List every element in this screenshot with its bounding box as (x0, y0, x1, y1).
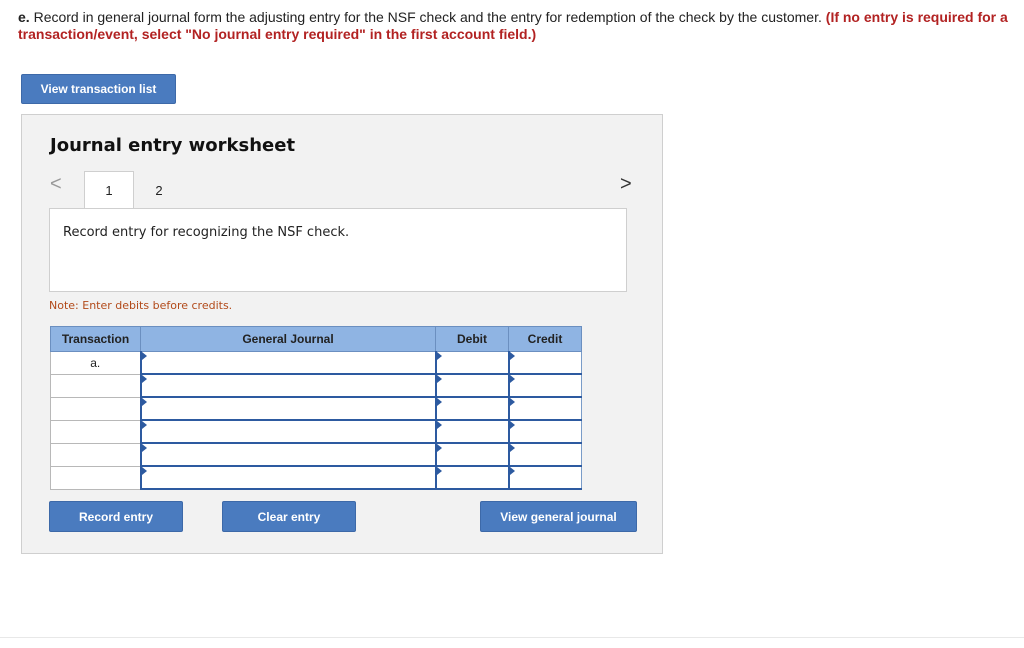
header-debit: Debit (435, 326, 509, 352)
instructions: e. Record in general journal form the ad… (18, 9, 1008, 43)
tab-1[interactable]: 1 (84, 171, 134, 209)
account-input[interactable] (139, 396, 436, 421)
entry-description-text: Record entry for recognizing the NSF che… (63, 225, 350, 240)
credit-input[interactable] (507, 373, 582, 398)
table-row (50, 442, 582, 467)
entry-description: Record entry for recognizing the NSF che… (49, 208, 627, 292)
account-input[interactable] (139, 465, 436, 490)
debit-input[interactable] (434, 373, 509, 398)
transaction-cell (50, 442, 141, 467)
worksheet-title: Journal entry worksheet (50, 135, 296, 156)
account-input[interactable] (139, 442, 436, 467)
next-arrow-icon[interactable]: > (620, 173, 632, 196)
journal-table: Transaction General Journal Debit Credit… (50, 326, 582, 490)
clear-entry-button[interactable]: Clear entry (222, 501, 356, 532)
debit-input[interactable] (434, 442, 509, 467)
view-transaction-list-button[interactable]: View transaction list (21, 74, 176, 104)
page: e. Record in general journal form the ad… (0, 0, 1024, 648)
credit-input[interactable] (507, 465, 582, 490)
credit-input[interactable] (507, 419, 582, 444)
transaction-cell (50, 396, 141, 421)
transaction-cell (50, 373, 141, 398)
credit-input[interactable] (507, 396, 582, 421)
transaction-cell: a. (50, 351, 141, 375)
tab-2[interactable]: 2 (134, 171, 184, 209)
account-input[interactable] (139, 351, 436, 375)
table-row (50, 373, 582, 398)
part-label: e. (18, 9, 30, 25)
header-transaction: Transaction (50, 326, 141, 352)
debit-input[interactable] (434, 465, 509, 490)
table-header-row: Transaction General Journal Debit Credit (50, 326, 582, 352)
transaction-cell (50, 465, 141, 490)
credit-input[interactable] (507, 351, 582, 375)
view-general-journal-button[interactable]: View general journal (480, 501, 637, 532)
debit-input[interactable] (434, 396, 509, 421)
instructions-text: Record in general journal form the adjus… (29, 9, 826, 25)
table-row: a. (50, 351, 582, 375)
account-input[interactable] (139, 419, 436, 444)
debit-input[interactable] (434, 351, 509, 375)
prev-arrow-icon[interactable]: < (50, 173, 62, 196)
divider (0, 637, 1024, 638)
debit-input[interactable] (434, 419, 509, 444)
header-credit: Credit (508, 326, 582, 352)
transaction-cell (50, 419, 141, 444)
table-row (50, 396, 582, 421)
journal-entry-worksheet: Journal entry worksheet < 1 2 > Record e… (21, 114, 663, 554)
account-input[interactable] (139, 373, 436, 398)
header-general-journal: General Journal (140, 326, 436, 352)
note-text: Note: Enter debits before credits. (49, 299, 233, 312)
credit-input[interactable] (507, 442, 582, 467)
record-entry-button[interactable]: Record entry (49, 501, 183, 532)
table-row (50, 419, 582, 444)
table-row (50, 465, 582, 490)
